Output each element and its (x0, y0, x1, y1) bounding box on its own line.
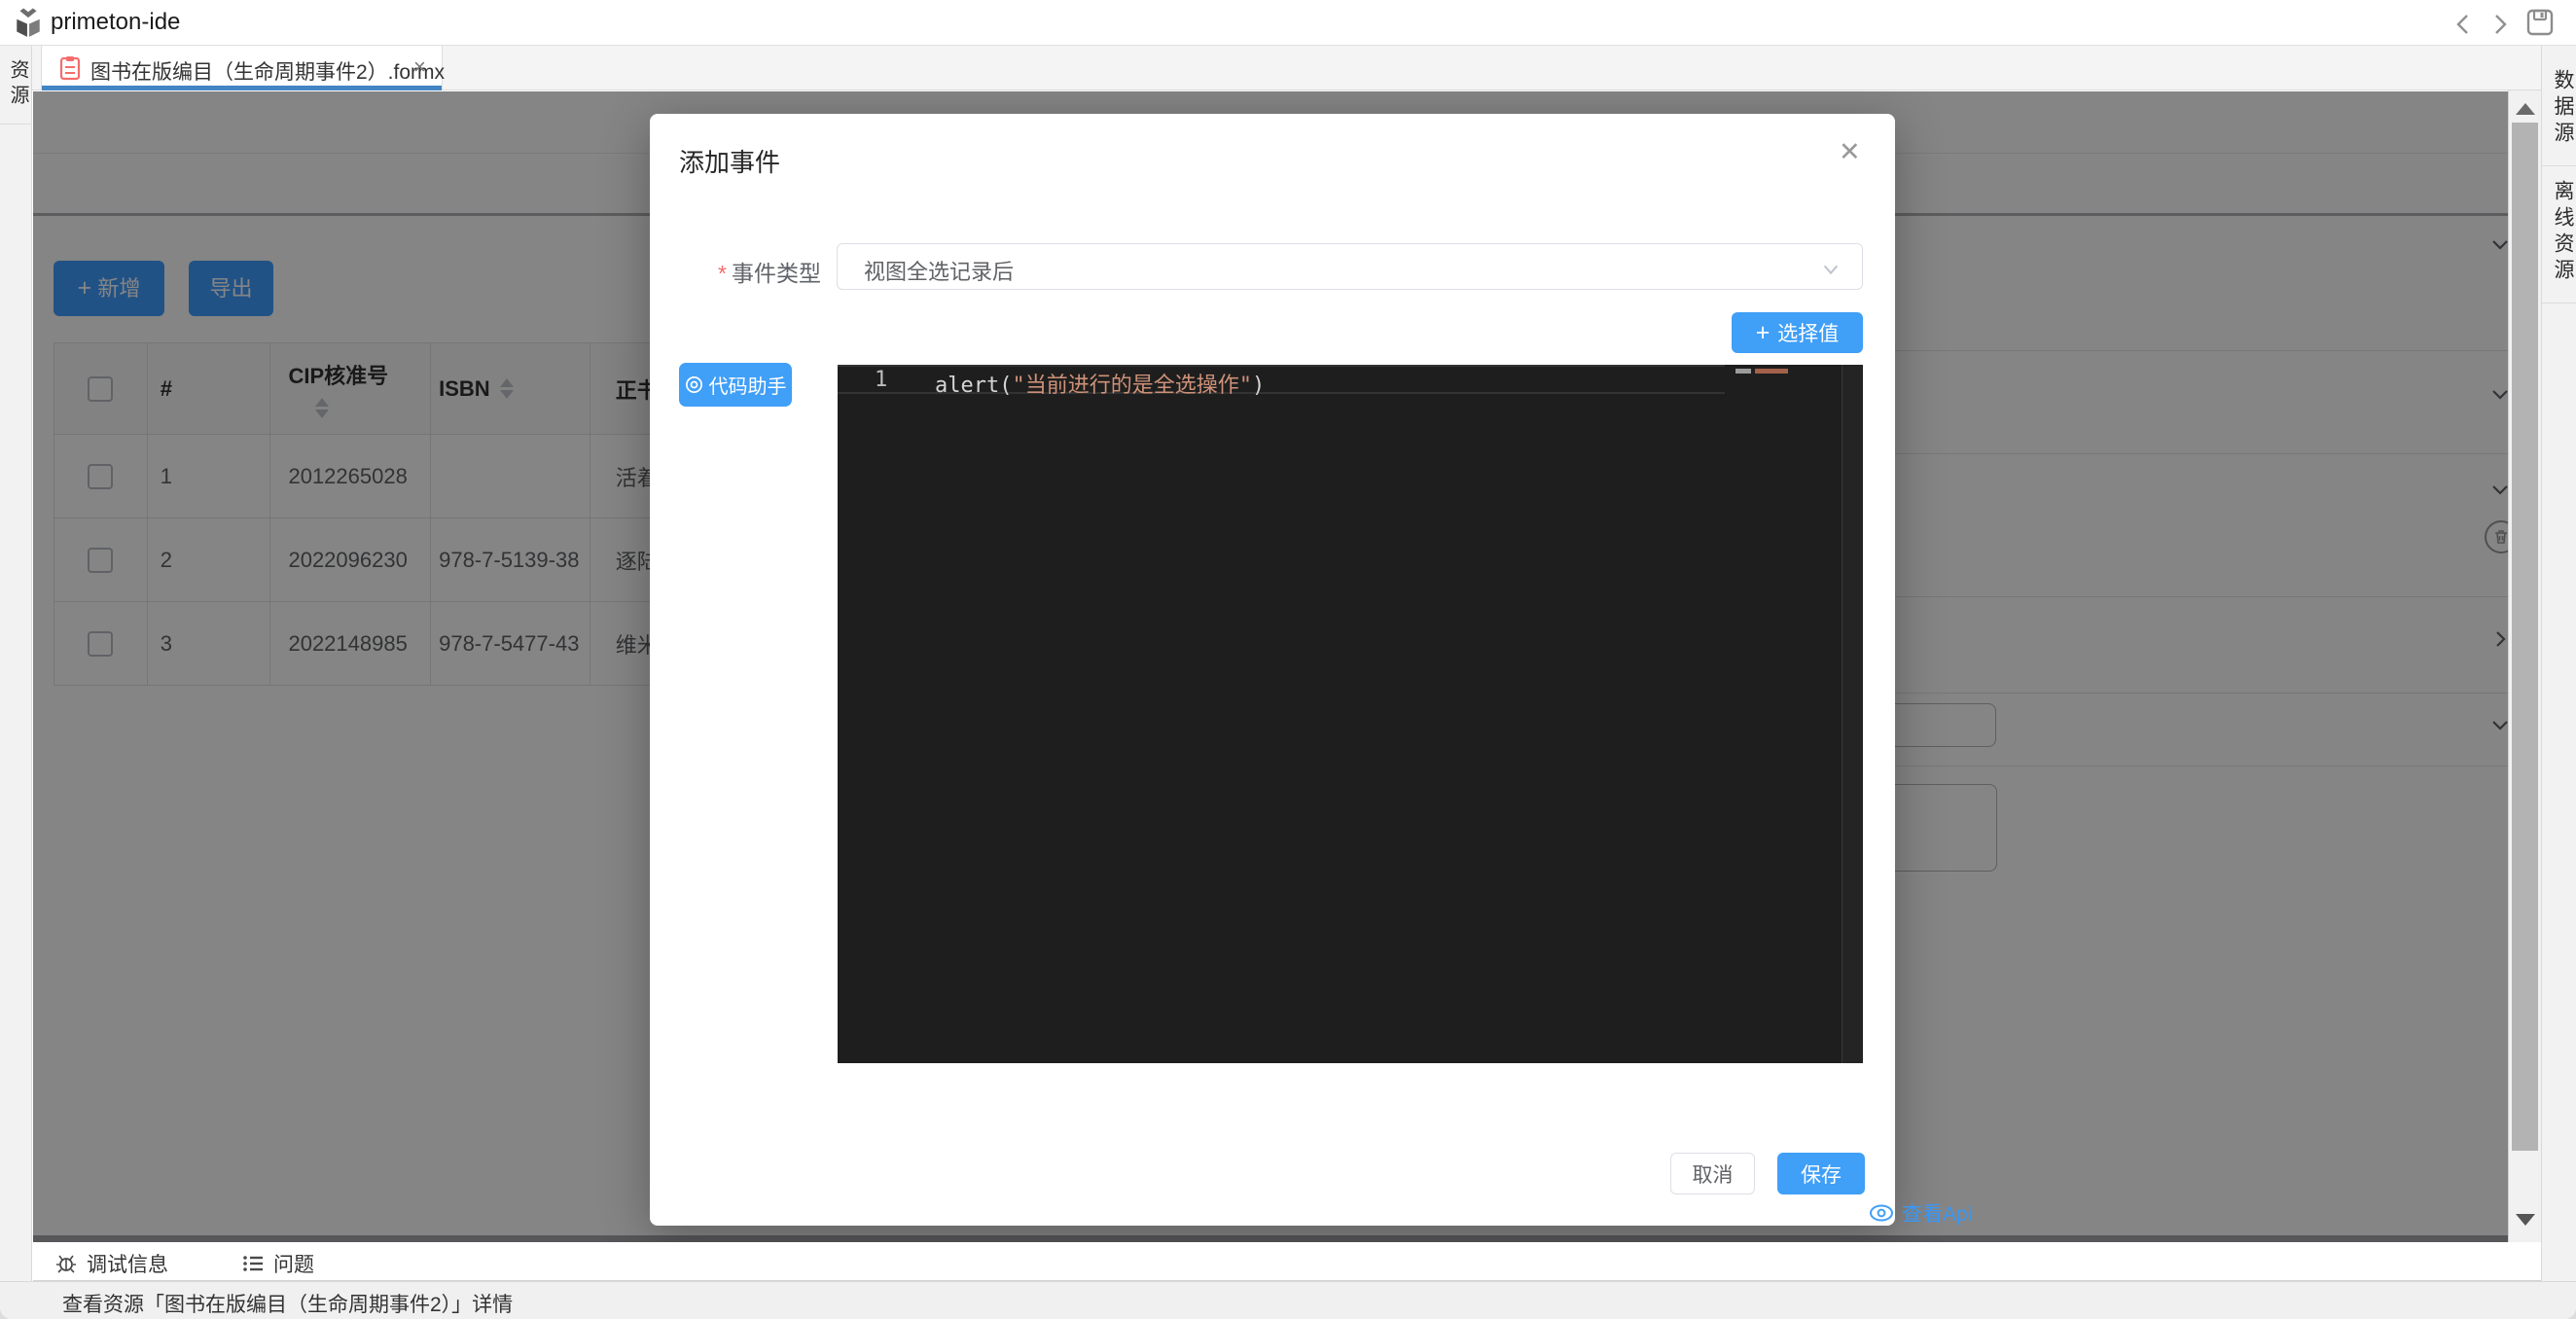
select-value-button[interactable]: + 选择值 (1732, 312, 1863, 353)
status-text: 查看资源「图书在版编目（生命周期事件2）」详情 (62, 1289, 513, 1318)
tab-close-icon[interactable]: × (413, 54, 426, 80)
eye-icon (1868, 1202, 1895, 1224)
debug-info-label: 调试信息 (87, 1249, 168, 1278)
primeton-logo-icon (13, 8, 44, 39)
chevron-down-icon (1820, 259, 1842, 280)
save-icon[interactable] (2525, 8, 2555, 37)
cancel-button[interactable]: 取消 (1670, 1153, 1755, 1194)
dialog-close-icon[interactable]: ✕ (1839, 137, 1861, 167)
status-bar: 查看资源「图书在版编目（生命周期事件2）」详情 (0, 1281, 2576, 1319)
title-bar: primeton-ide (0, 0, 2576, 46)
tab-bar: 图书在版编目（生命周期事件2）.formx × (32, 46, 2541, 90)
debug-bug-icon (54, 1252, 78, 1275)
problems-item[interactable]: 问题 (241, 1249, 314, 1278)
app-title: primeton-ide (51, 9, 180, 36)
vertical-scrollbar[interactable] (2508, 90, 2541, 1242)
event-type-value: 视图全选记录后 (864, 255, 1014, 286)
left-sidebar: 资源 (0, 46, 32, 1281)
debug-bar: 调试信息 问题 (33, 1242, 2541, 1281)
problems-list-icon (241, 1252, 265, 1275)
code-editor[interactable]: 1 alert("当前进行的是全选操作") (838, 365, 1863, 1063)
view-api-label: 查看Api (1902, 1198, 1972, 1228)
save-button[interactable]: 保存 (1777, 1153, 1865, 1194)
scroll-down-arrow[interactable] (2516, 1214, 2535, 1226)
code-assistant-icon (685, 375, 703, 394)
plus-icon: + (1756, 321, 1771, 345)
scrollbar-thumb[interactable] (2512, 123, 2538, 1151)
editor-scrollbar-track[interactable] (1842, 365, 1863, 1063)
nav-forward-icon[interactable] (2490, 13, 2510, 36)
required-asterisk: * (718, 261, 727, 286)
nav-back-icon[interactable] (2453, 13, 2473, 36)
app-window: primeton-ide 资源 数据源 离线资源 图书在版编目（ (0, 0, 2576, 1319)
right-sidebar: 数据源 离线资源 (2541, 46, 2576, 1281)
code-line: alert("当前进行的是全选操作") (935, 368, 1265, 399)
sidebar-item-offline-resources[interactable]: 离线资源 (2542, 166, 2576, 303)
view-api-link[interactable]: 查看Api (1868, 1198, 1972, 1228)
form-file-icon (59, 55, 81, 81)
sidebar-item-datasource[interactable]: 数据源 (2542, 46, 2576, 166)
dialog-title: 添加事件 (679, 143, 780, 179)
tab-form-file[interactable]: 图书在版编目（生命周期事件2）.formx × (41, 46, 443, 90)
problems-label: 问题 (273, 1249, 314, 1278)
debug-info-item[interactable]: 调试信息 (54, 1249, 168, 1278)
tab-active-underline (42, 86, 442, 90)
event-type-label: *事件类型 (650, 255, 821, 288)
event-type-select[interactable]: 视图全选记录后 (837, 243, 1863, 290)
editor-minimap[interactable] (1732, 365, 1842, 1063)
tab-label: 图书在版编目（生命周期事件2）.formx (90, 56, 445, 86)
sidebar-item-resources[interactable]: 资源 (0, 55, 32, 125)
add-event-dialog: 添加事件 ✕ *事件类型 视图全选记录后 + 选择值 代码助手 1 alert(… (650, 114, 1895, 1226)
scroll-up-arrow[interactable] (2516, 103, 2535, 115)
code-assistant-button[interactable]: 代码助手 (679, 363, 792, 407)
minimap-code-mark (1735, 369, 1751, 374)
line-number: 1 (875, 368, 887, 392)
minimap-code-mark (1755, 369, 1788, 374)
